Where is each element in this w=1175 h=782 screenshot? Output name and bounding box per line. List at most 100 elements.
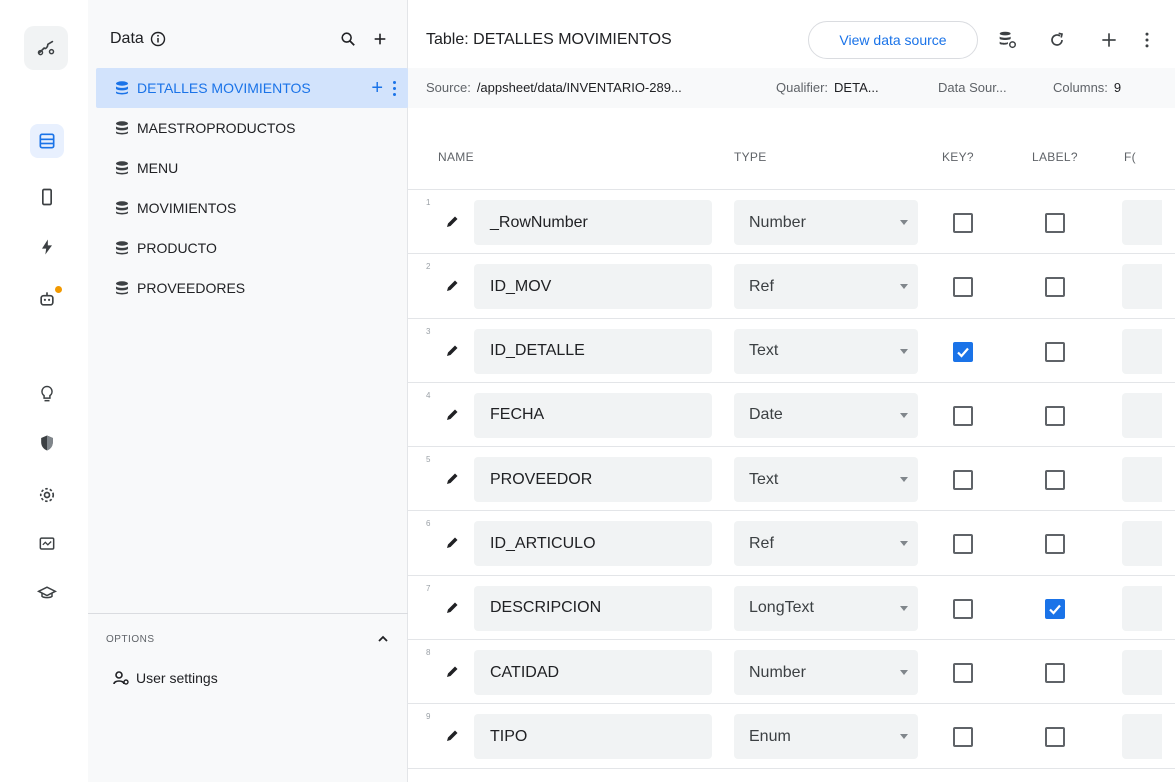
formula-field[interactable] (1122, 457, 1162, 503)
robot-icon[interactable] (30, 282, 64, 316)
label-checkbox[interactable] (1045, 663, 1065, 684)
source-info: Source: /appsheet/data/INVENTARIO-289... (426, 80, 682, 95)
column-type-select[interactable]: Date (734, 392, 918, 438)
view-data-source-button[interactable]: View data source (808, 21, 978, 59)
monitor-icon[interactable] (30, 527, 64, 561)
column-name-field[interactable]: ID_ARTICULO (474, 521, 712, 567)
search-icon[interactable] (339, 30, 357, 48)
column-name-field[interactable]: ID_MOV (474, 264, 712, 310)
column-rows: 1 _RowNumber Number 2 ID_MOV Ref 3 ID_DETALLE Te… (408, 190, 1175, 769)
database-icon (116, 161, 128, 175)
lightning-icon[interactable] (30, 230, 64, 264)
qualifier-label: Qualifier: (776, 80, 829, 95)
data-source-settings-icon[interactable] (996, 29, 1018, 51)
label-checkbox[interactable] (1045, 727, 1065, 748)
table-item-proveedores[interactable]: PROVEEDORES (88, 268, 408, 308)
dropdown-caret-icon (900, 670, 908, 676)
gear-icon[interactable] (30, 478, 64, 512)
key-checkbox[interactable] (953, 341, 973, 362)
graduation-cap-icon[interactable] (30, 576, 64, 610)
column-name-field[interactable]: _RowNumber (474, 200, 712, 245)
column-type-select[interactable]: Number (734, 650, 918, 696)
column-name-field[interactable]: TIPO (474, 714, 712, 760)
data-table-icon[interactable] (30, 124, 64, 158)
formula-field[interactable] (1122, 264, 1162, 310)
add-table-icon[interactable] (371, 30, 389, 48)
edit-pencil-icon[interactable] (444, 278, 460, 294)
options-label: OPTIONS (106, 634, 155, 645)
column-type-value: Enum (749, 727, 791, 745)
key-checkbox[interactable] (953, 470, 973, 491)
column-type-select[interactable]: Ref (734, 264, 918, 310)
info-icon[interactable] (150, 31, 166, 47)
label-checkbox[interactable] (1045, 213, 1065, 233)
column-name-field[interactable]: CATIDAD (474, 650, 712, 696)
add-icon[interactable] (1098, 29, 1120, 51)
table-item-detalles-movimientos[interactable]: DETALLES MOVIMIENTOS + (96, 68, 408, 108)
edit-pencil-icon[interactable] (444, 664, 460, 680)
column-type-select[interactable]: Number (734, 200, 918, 245)
formula-field[interactable] (1122, 650, 1162, 696)
edit-pencil-icon[interactable] (444, 471, 460, 487)
table-item-maestroproductos[interactable]: MAESTROPRODUCTOS (88, 108, 408, 148)
dropdown-caret-icon (900, 605, 908, 611)
edit-pencil-icon[interactable] (444, 407, 460, 423)
column-type-select[interactable]: Text (734, 457, 918, 503)
key-checkbox[interactable] (953, 727, 973, 748)
chevron-up-icon[interactable] (376, 632, 390, 646)
label-checkbox[interactable] (1045, 341, 1065, 362)
label-checkbox[interactable] (1045, 277, 1065, 298)
formula-field[interactable] (1122, 585, 1162, 631)
table-item-label: PRODUCTO (137, 240, 217, 256)
more-vert-icon[interactable] (393, 80, 396, 96)
key-checkbox[interactable] (953, 405, 973, 426)
label-checkbox[interactable] (1045, 470, 1065, 491)
column-type-select[interactable]: Text (734, 328, 918, 374)
edit-pencil-icon[interactable] (444, 600, 460, 616)
formula-field[interactable] (1122, 328, 1162, 374)
column-type-select[interactable]: LongText (734, 585, 918, 631)
edit-pencil-icon[interactable] (444, 343, 460, 359)
label-checkbox[interactable] (1045, 534, 1065, 555)
table-item-label: MOVIMIENTOS (137, 200, 237, 216)
column-name-field[interactable]: PROVEEDOR (474, 457, 712, 503)
formula-field[interactable] (1122, 521, 1162, 567)
key-checkbox[interactable] (953, 213, 973, 233)
more-vert-icon[interactable] (1136, 29, 1158, 51)
column-name-field[interactable]: ID_DETALLE (474, 328, 712, 374)
key-checkbox[interactable] (953, 663, 973, 684)
key-checkbox[interactable] (953, 277, 973, 298)
column-name-field[interactable]: DESCRIPCION (474, 585, 712, 631)
table-item-movimientos[interactable]: MOVIMIENTOS (88, 188, 408, 228)
lightbulb-icon[interactable] (30, 377, 64, 411)
column-name-field[interactable]: FECHA (474, 392, 712, 438)
label-checkbox[interactable] (1045, 405, 1065, 426)
edit-pencil-icon[interactable] (444, 728, 460, 744)
key-checkbox[interactable] (953, 598, 973, 619)
label-checkbox[interactable] (1045, 598, 1065, 619)
formula-field[interactable] (1122, 714, 1162, 760)
flow-icon[interactable] (24, 26, 68, 70)
user-settings-item[interactable]: User settings (112, 669, 218, 687)
table-title: Table: DETALLES MOVIMIENTOS (426, 31, 672, 48)
edit-pencil-icon[interactable] (444, 535, 460, 551)
table-item-producto[interactable]: PRODUCTO (88, 228, 408, 268)
table-item-menu[interactable]: MENU (88, 148, 408, 188)
column-type-select[interactable]: Enum (734, 714, 918, 760)
header-key: KEY? (942, 150, 974, 164)
shield-icon[interactable] (30, 426, 64, 460)
formula-field[interactable] (1122, 392, 1162, 438)
formula-field[interactable] (1122, 200, 1162, 245)
phone-icon[interactable] (30, 180, 64, 214)
add-column-icon[interactable]: + (371, 78, 383, 98)
refresh-icon[interactable] (1046, 29, 1068, 51)
table-item-label: MENU (137, 160, 179, 176)
row-number: 1 (426, 198, 431, 207)
column-type-select[interactable]: Ref (734, 521, 918, 567)
notification-dot (55, 286, 62, 293)
key-checkbox[interactable] (953, 534, 973, 555)
edit-pencil-icon[interactable] (444, 214, 460, 230)
table-toolbar: Table: DETALLES MOVIMIENTOS View data so… (408, 18, 1175, 62)
data-panel-header: Data (110, 27, 389, 51)
column-row: 4 FECHA Date (408, 383, 1175, 448)
